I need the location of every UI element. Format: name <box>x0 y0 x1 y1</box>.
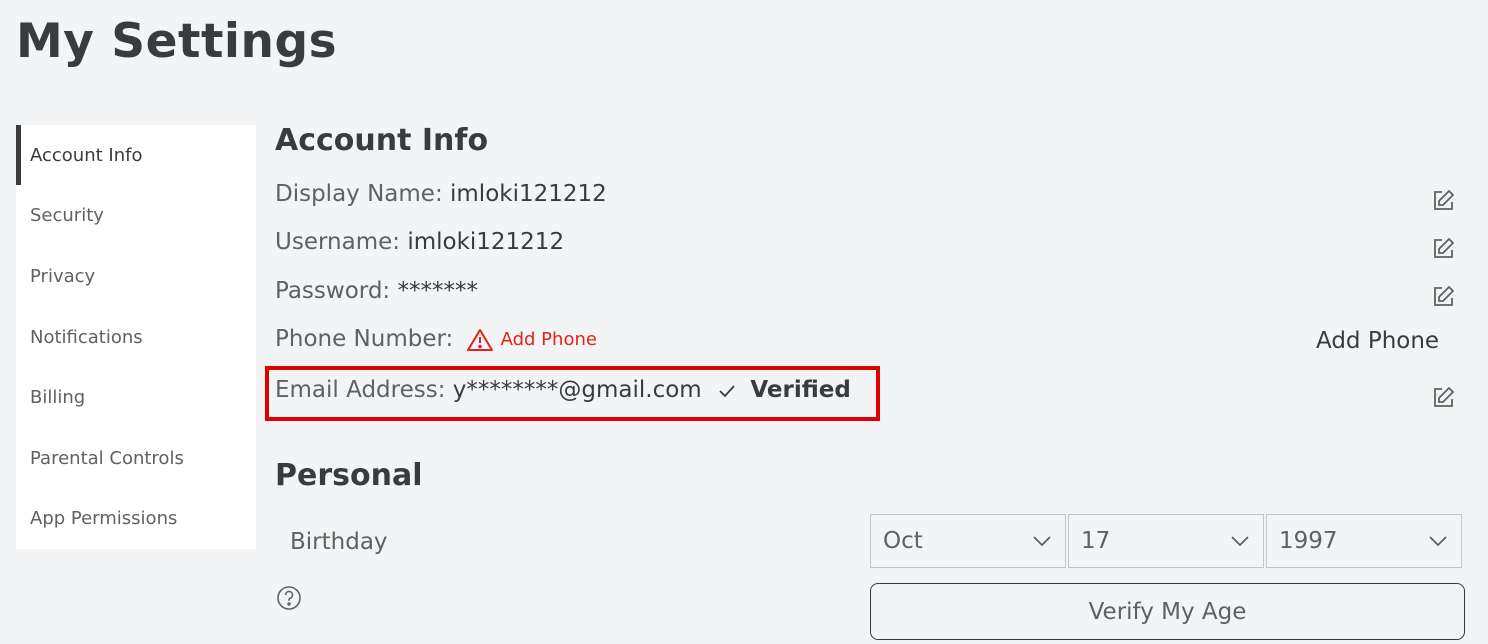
email-label: Email Address: <box>275 377 446 403</box>
sidebar-item-label: Billing <box>30 387 86 409</box>
sidebar-item-parental-controls[interactable]: Parental Controls <box>16 428 256 489</box>
settings-sidebar: Account Info Security Privacy Notificati… <box>16 125 256 549</box>
check-icon <box>719 384 735 397</box>
help-icon[interactable] <box>276 585 302 611</box>
password-row: Password: ******* <box>275 278 478 304</box>
sidebar-item-label: Notifications <box>30 326 143 348</box>
personal-heading: Personal <box>275 458 423 493</box>
email-verified-status: Verified <box>750 377 851 403</box>
account-info-heading: Account Info <box>275 123 489 158</box>
add-phone-button[interactable]: Add Phone <box>1316 328 1439 354</box>
birthday-label: Birthday <box>290 529 388 555</box>
birth-month-value: Oct <box>883 528 923 554</box>
add-phone-link[interactable]: Add Phone <box>466 328 597 352</box>
password-value: ******* <box>397 278 479 304</box>
sidebar-item-privacy[interactable]: Privacy <box>16 246 256 307</box>
edit-icon[interactable] <box>1431 237 1455 261</box>
edit-icon[interactable] <box>1431 189 1455 213</box>
password-label: Password: <box>275 278 391 304</box>
phone-label: Phone Number: <box>275 326 454 352</box>
sidebar-item-billing[interactable]: Billing <box>16 367 256 428</box>
chevron-down-icon <box>1033 536 1051 546</box>
sidebar-item-label: App Permissions <box>30 508 178 530</box>
display-name-label: Display Name: <box>275 181 443 207</box>
display-name-value: imloki121212 <box>450 181 607 207</box>
email-value: y********@gmail.com <box>452 377 702 403</box>
sidebar-item-label: Account Info <box>30 144 143 166</box>
chevron-down-icon <box>1231 536 1249 546</box>
sidebar-item-app-permissions[interactable]: App Permissions <box>16 489 256 550</box>
chevron-down-icon <box>1429 536 1447 546</box>
birth-year-value: 1997 <box>1279 528 1338 554</box>
verify-my-age-button[interactable]: Verify My Age <box>870 583 1465 640</box>
page-title: My Settings <box>16 14 338 69</box>
username-row: Username: imloki121212 <box>275 229 564 255</box>
birth-day-select[interactable]: 17 <box>1068 514 1264 568</box>
birth-year-select[interactable]: 1997 <box>1266 514 1462 568</box>
phone-row: Phone Number: Add Phone <box>275 326 597 352</box>
edit-icon[interactable] <box>1431 285 1455 309</box>
edit-icon[interactable] <box>1431 386 1455 410</box>
add-phone-link-label: Add Phone <box>500 329 597 350</box>
sidebar-item-label: Parental Controls <box>30 447 184 469</box>
sidebar-item-notifications[interactable]: Notifications <box>16 307 256 368</box>
birth-day-value: 17 <box>1081 528 1111 554</box>
sidebar-item-label: Privacy <box>30 265 96 287</box>
sidebar-item-label: Security <box>30 205 104 227</box>
sidebar-item-account-info[interactable]: Account Info <box>16 125 256 186</box>
username-label: Username: <box>275 229 400 255</box>
username-value: imloki121212 <box>407 229 565 255</box>
email-row: Email Address: y********@gmail.com Verif… <box>275 377 851 403</box>
display-name-row: Display Name: imloki121212 <box>275 181 607 207</box>
sidebar-item-security[interactable]: Security <box>16 186 256 247</box>
birth-month-select[interactable]: Oct <box>870 514 1066 568</box>
warning-icon <box>466 328 493 351</box>
